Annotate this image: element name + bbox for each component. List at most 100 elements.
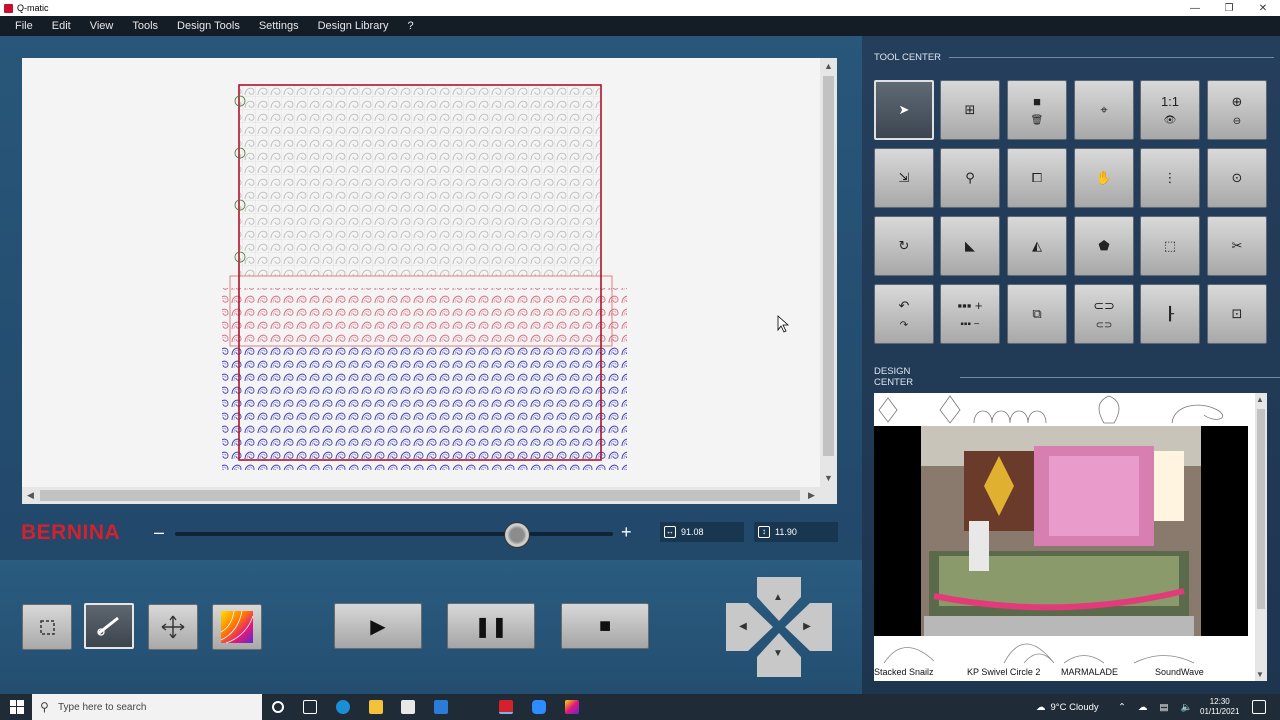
tool-button-link[interactable]: ⊂⊃ ⊂⊃ (1074, 284, 1134, 344)
clock[interactable]: 12:30 01/11/2021 (1200, 694, 1239, 720)
tool-button-shape[interactable]: ⬟ (1074, 216, 1134, 276)
tool-button-distort[interactable]: ⬚ (1140, 216, 1200, 276)
menu-tools[interactable]: Tools (132, 20, 158, 32)
file-explorer-icon[interactable] (369, 700, 383, 714)
color-tool-button[interactable] (212, 604, 262, 650)
scroll-corner (820, 487, 837, 504)
chevron-up-icon[interactable]: ⌃ (1118, 702, 1126, 713)
volume-icon[interactable]: 🔈 (1180, 702, 1192, 713)
menu-design-tools[interactable]: Design Tools (177, 20, 240, 32)
menu-edit[interactable]: Edit (52, 20, 71, 32)
tool-button-repeat[interactable]: ▪▪▪ + ▪▪▪ − (940, 284, 1000, 344)
dc-scroll-thumb[interactable] (1257, 409, 1265, 609)
tool-button-undo-redo[interactable]: ↶ ↷ (874, 284, 934, 344)
tray-icons: ⌃ ☁ ▤ 🔈 (1118, 694, 1192, 720)
zoom-slider[interactable]: – + (150, 520, 640, 548)
stitch-path-button[interactable] (84, 603, 134, 649)
edge-browser-icon[interactable] (336, 700, 350, 714)
qmatic-taskbar-icon[interactable] (499, 700, 513, 714)
canvas-vertical-scrollbar[interactable]: ▲ ▼ (820, 58, 837, 487)
design-label-stacked-snailz[interactable]: Stacked Snailz (874, 667, 934, 677)
menu-design-library[interactable]: Design Library (318, 20, 389, 32)
design-center-scrollbar[interactable]: ▲ ▼ (1255, 393, 1267, 681)
notifications-icon[interactable] (1252, 700, 1266, 714)
tool-button-target[interactable]: ⌖ (1074, 80, 1134, 140)
side-panel: TOOL CENTER ➤ ⊞ ■ 🗑 ⌖ 1:1 👁 ⊕ ⊖ ⇲ ⚲ ⧠ ✋ ⋮ ⊙ ↻ ◣ ◭ ⬟ ⬚ ✂ ↶ ↷ ▪▪▪… (862, 36, 1280, 694)
close-button[interactable]: ✕ (1246, 0, 1280, 16)
menu-view[interactable]: View (90, 20, 114, 32)
menu-settings[interactable]: Settings (259, 20, 299, 32)
tool-button-add-design[interactable]: ⊞ (940, 80, 1000, 140)
horizontal-scroll-thumb[interactable] (40, 490, 800, 501)
tool-button-group[interactable]: ⊙ (1207, 148, 1267, 208)
tool-button-hand[interactable]: ✋ (1074, 148, 1134, 208)
color-gradient-icon (220, 610, 254, 644)
move-tool-button[interactable] (148, 604, 198, 650)
task-view-icon[interactable] (303, 700, 317, 714)
mail-icon[interactable] (434, 700, 448, 714)
pause-button[interactable]: ❚❚ (447, 603, 535, 649)
copy-delete-icon: ■ (1033, 94, 1041, 109)
tool-button-select[interactable]: ➤ (874, 80, 934, 140)
weather-text: 9°C Cloudy (1050, 701, 1099, 713)
play-button[interactable]: ▶ (334, 603, 422, 649)
taskbar-search-box[interactable]: ⚲ Type here to search (32, 694, 262, 720)
zoom-secondary-icon: ⊖ (1232, 115, 1242, 127)
clock-time: 12:30 (1209, 697, 1230, 706)
color-app-icon[interactable] (565, 700, 579, 714)
weather-widget[interactable]: ☁ 9°C Cloudy (1036, 694, 1099, 720)
scroll-up-icon[interactable]: ▲ (820, 58, 837, 75)
dc-scroll-up-icon[interactable]: ▲ (1256, 395, 1264, 404)
design-label-soundwave[interactable]: SoundWave (1155, 667, 1204, 677)
tool-button-sequence[interactable]: ⋮ (1140, 148, 1200, 208)
design-label-kp-swivel-circle[interactable]: KP Swivel Circle 2 (967, 667, 1040, 677)
menu-file[interactable]: File (15, 20, 33, 32)
minimize-button[interactable]: — (1178, 0, 1212, 16)
crop-tool-button[interactable] (22, 604, 72, 650)
menu-help[interactable]: ? (408, 20, 414, 32)
design-canvas[interactable] (22, 58, 820, 487)
jog-up-button[interactable]: ▲ (758, 582, 798, 612)
jog-down-button[interactable]: ▼ (758, 638, 798, 668)
canvas-horizontal-scrollbar[interactable]: ◀ ▶ (22, 487, 820, 504)
restore-button[interactable]: ❐ (1212, 0, 1246, 16)
tool-button-copy-delete[interactable]: ■ 🗑 (1007, 80, 1067, 140)
tool-button-rotate[interactable]: ↻ (874, 216, 934, 276)
tool-button-layer[interactable]: ⧉ (1007, 284, 1067, 344)
tool-button-align[interactable]: ┠ (1140, 284, 1200, 344)
dc-scroll-down-icon[interactable]: ▼ (1256, 670, 1264, 679)
store-icon[interactable] (401, 700, 415, 714)
windows-start-icon[interactable] (10, 700, 24, 714)
tool-button-resize[interactable]: ⇲ (874, 148, 934, 208)
crop-icon: ⧠ (1031, 170, 1043, 185)
group-icon: ⊙ (1231, 170, 1243, 185)
tool-button-scissors[interactable]: ✂ (1207, 216, 1267, 276)
scroll-right-icon[interactable]: ▶ (803, 487, 820, 504)
tool-button-zoom[interactable]: ⊕ ⊖ (1207, 80, 1267, 140)
target-icon: ⌖ (1100, 102, 1108, 117)
tool-button-skew[interactable]: ◣ (940, 216, 1000, 276)
onedrive-icon[interactable]: ☁ (1138, 702, 1148, 713)
tool-button-crop[interactable]: ⧠ (1007, 148, 1067, 208)
stop-button[interactable]: ■ (561, 603, 649, 649)
zoom-app-icon[interactable] (532, 700, 546, 714)
tool-button-mirror[interactable]: ◭ (1007, 216, 1067, 276)
zoom-in-icon[interactable]: + (621, 522, 632, 543)
repeat-icon: ▪▪▪ + (957, 298, 983, 313)
design-label-marmalade[interactable]: MARMALADE (1061, 667, 1118, 677)
cortana-icon[interactable] (272, 701, 284, 713)
jog-right-button[interactable]: ▶ (792, 611, 822, 641)
network-icon[interactable]: ▤ (1159, 702, 1168, 713)
jog-left-button[interactable]: ◀ (728, 611, 758, 641)
vertical-scroll-thumb[interactable] (823, 76, 834, 456)
blue-pattern-area (222, 346, 627, 470)
tool-button-measure[interactable]: ⚲ (940, 148, 1000, 208)
scroll-down-icon[interactable]: ▼ (820, 470, 837, 487)
zoom-out-icon[interactable]: – (154, 522, 164, 543)
zoom-track[interactable] (175, 532, 613, 536)
tool-button-view[interactable]: 1:1 👁 (1140, 80, 1200, 140)
shape-icon: ⬟ (1098, 238, 1110, 253)
zoom-knob[interactable] (504, 522, 530, 548)
tool-button-fit[interactable]: ⊡ (1207, 284, 1267, 344)
scroll-left-icon[interactable]: ◀ (22, 487, 39, 504)
